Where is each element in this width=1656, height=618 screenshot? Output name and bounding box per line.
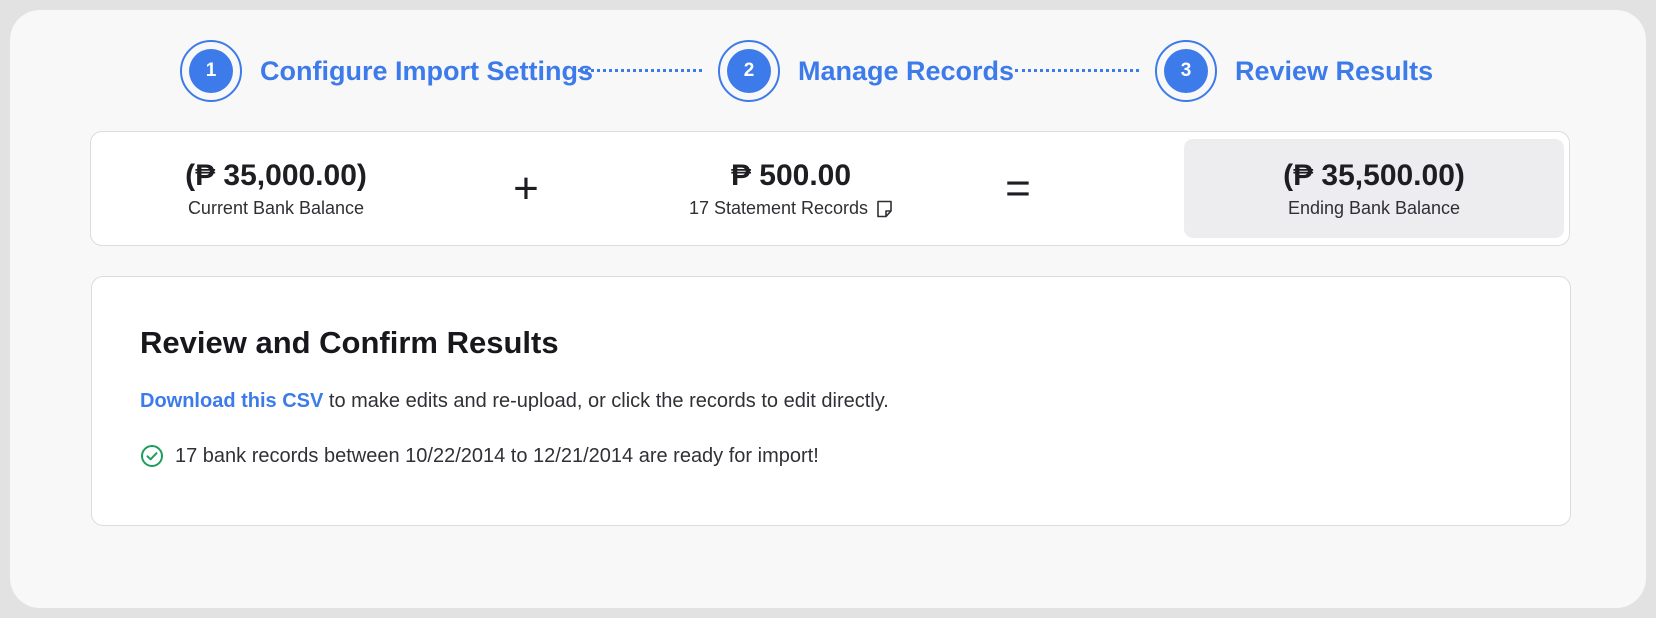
ending-balance-label-text: Ending Bank Balance bbox=[1287, 198, 1461, 218]
statement-records-label: 17 Statement Records bbox=[689, 198, 893, 219]
review-description: Download this CSV to make edits and re-u… bbox=[140, 390, 889, 413]
step-review-results[interactable]: 3 Review Results bbox=[1155, 40, 1433, 102]
balance-summary: (₱ 35,000.00) Current Bank Balance + ₱ 5… bbox=[90, 131, 1570, 246]
step-1-indicator: 1 bbox=[180, 40, 242, 102]
step-connector-2-3 bbox=[1015, 69, 1139, 72]
step-3-indicator: 3 bbox=[1155, 40, 1217, 102]
import-status: 17 bank records between 10/22/2014 to 12… bbox=[140, 444, 819, 468]
download-csv-link[interactable]: Download this CSV bbox=[140, 390, 323, 412]
current-balance: (₱ 35,000.00) Current Bank Balance bbox=[141, 132, 411, 245]
review-description-text: to make edits and re-upload, or click th… bbox=[323, 390, 889, 412]
equals-icon: = bbox=[1005, 163, 1031, 213]
current-balance-amount: (₱ 35,000.00) bbox=[185, 159, 367, 192]
plus-icon: + bbox=[513, 163, 539, 213]
step-2-indicator: 2 bbox=[718, 40, 780, 102]
import-wizard-panel: 1 Configure Import Settings 2 Manage Rec… bbox=[10, 10, 1646, 608]
step-2-label: Manage Records bbox=[798, 55, 1015, 86]
review-results-card: Review and Confirm Results Download this… bbox=[91, 276, 1571, 526]
step-1-number: 1 bbox=[189, 49, 233, 93]
ending-balance: (₱ 35,500.00) Ending Bank Balance bbox=[1184, 139, 1564, 238]
step-connector-1-2 bbox=[578, 69, 702, 72]
step-1-label: Configure Import Settings bbox=[260, 55, 593, 86]
current-balance-label: Current Bank Balance bbox=[188, 198, 364, 219]
statement-records: ₱ 500.00 17 Statement Records bbox=[651, 132, 931, 245]
step-3-label: Review Results bbox=[1235, 55, 1434, 86]
step-2-number: 2 bbox=[727, 49, 771, 93]
step-configure-import-settings[interactable]: 1 Configure Import Settings bbox=[180, 40, 593, 102]
note-icon[interactable] bbox=[876, 200, 893, 218]
step-manage-records[interactable]: 2 Manage Records bbox=[718, 40, 1014, 102]
import-status-text: 17 bank records between 10/22/2014 to 12… bbox=[175, 444, 819, 467]
step-3-number: 3 bbox=[1164, 49, 1208, 93]
check-circle-icon bbox=[141, 445, 163, 467]
ending-balance-amount: (₱ 35,500.00) bbox=[1283, 159, 1465, 192]
current-balance-label-text: Current Bank Balance bbox=[187, 198, 365, 218]
statement-amount: ₱ 500.00 bbox=[730, 159, 852, 192]
ending-balance-label: Ending Bank Balance bbox=[1288, 198, 1460, 219]
statement-records-label-text: 17 Statement Records bbox=[688, 198, 869, 218]
review-title: Review and Confirm Results bbox=[140, 325, 559, 360]
